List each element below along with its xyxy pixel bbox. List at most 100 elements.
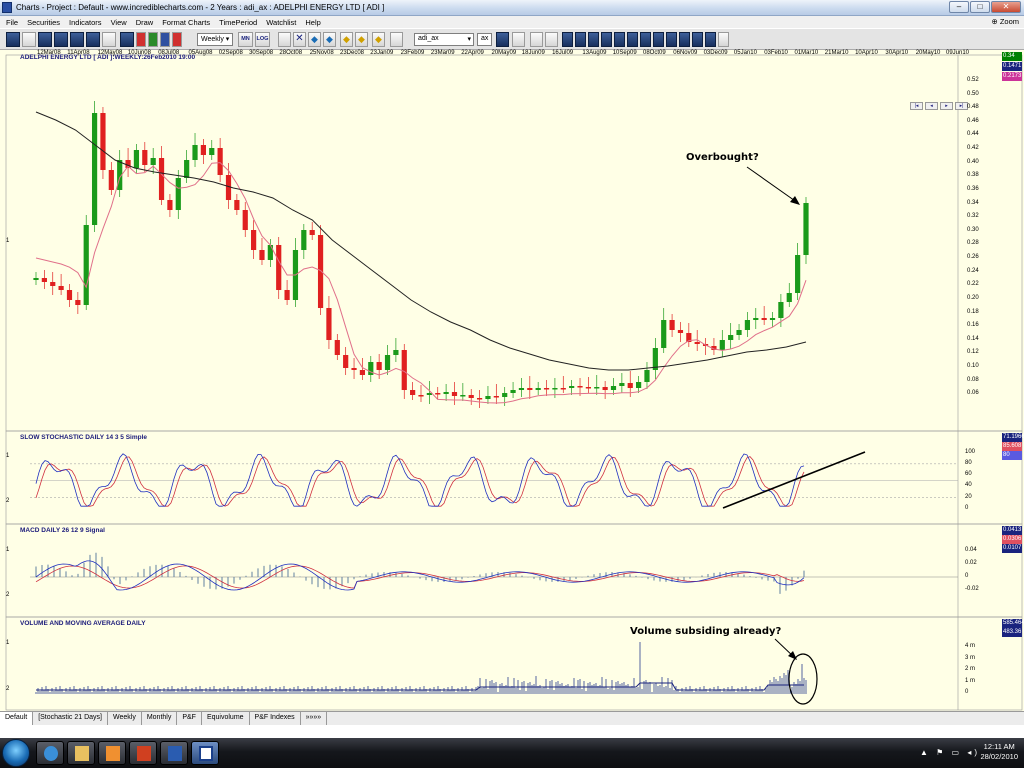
chart-canvas[interactable] xyxy=(0,50,1024,711)
media-task-icon[interactable] xyxy=(98,741,126,765)
mn-button[interactable]: MN xyxy=(238,32,253,47)
tool1-icon[interactable] xyxy=(562,32,573,47)
candle-body xyxy=(661,320,667,348)
menu-format-charts[interactable]: Format Charts xyxy=(162,18,210,27)
powerpoint-task-icon[interactable] xyxy=(129,741,157,765)
diamond-icon[interactable]: ◆ xyxy=(308,32,321,47)
tool12-icon[interactable] xyxy=(705,32,716,47)
tool10-icon[interactable] xyxy=(679,32,690,47)
menu-securities[interactable]: Securities xyxy=(27,18,60,27)
macd-tick: 0.04 xyxy=(965,547,977,553)
exchange-select[interactable]: ax xyxy=(477,33,492,46)
charts-task-icon[interactable] xyxy=(191,741,219,765)
tool6-icon[interactable] xyxy=(627,32,638,47)
bar-chart-icon[interactable] xyxy=(120,32,134,47)
menu-draw[interactable]: Draw xyxy=(136,18,154,27)
maximize-button[interactable]: □ xyxy=(970,1,990,13)
scroll-start-button[interactable]: |◂ xyxy=(910,102,923,110)
period-select[interactable]: Weekly ▾ xyxy=(197,33,233,46)
tab-stochastic-21[interactable]: [Stochastic 21 Days] xyxy=(33,712,108,725)
compare-icon[interactable] xyxy=(545,32,558,47)
candle-body xyxy=(133,150,140,168)
tab-pnf-indexes[interactable]: P&F Indexes xyxy=(250,712,301,725)
candle-body xyxy=(58,286,64,290)
go-icon[interactable] xyxy=(496,32,509,47)
minimize-button[interactable]: – xyxy=(949,1,969,13)
macd-value1-box: 0.0413 xyxy=(1002,526,1022,535)
candle-body xyxy=(192,145,198,160)
line-chart-icon[interactable] xyxy=(160,32,170,47)
menu-indicators[interactable]: Indicators xyxy=(69,18,102,27)
tool4-icon[interactable] xyxy=(601,32,612,47)
zoom-link[interactable]: ⊕ Zoom xyxy=(991,17,1019,26)
candle-body xyxy=(284,290,290,300)
save-icon[interactable] xyxy=(38,32,52,47)
panel-icon[interactable] xyxy=(102,32,116,47)
tab-pnf[interactable]: P&F xyxy=(177,712,202,725)
menu-file[interactable]: File xyxy=(6,18,18,27)
tool13-icon[interactable] xyxy=(718,32,729,47)
tool5-icon[interactable] xyxy=(614,32,625,47)
tab-monthly[interactable]: Monthly xyxy=(142,712,178,725)
mail-icon[interactable] xyxy=(390,32,403,47)
tool8-icon[interactable] xyxy=(653,32,664,47)
title-bar: Charts - Project : Default - www.incredi… xyxy=(0,0,1024,16)
diamond-yellow-icon[interactable]: ◆ xyxy=(340,32,353,47)
diamond2-icon[interactable]: ◆ xyxy=(323,32,336,47)
grid-icon[interactable] xyxy=(86,32,100,47)
tab-weekly[interactable]: Weekly xyxy=(108,712,142,725)
scroll-right-button[interactable]: ▸ xyxy=(940,102,953,110)
date-tick: 30Apr10 xyxy=(885,50,909,56)
tool3-icon[interactable] xyxy=(588,32,599,47)
close-button[interactable]: ✕ xyxy=(991,1,1021,13)
candle-red-icon[interactable] xyxy=(136,32,146,47)
log-button[interactable]: LOG xyxy=(255,32,270,47)
layout-icon[interactable] xyxy=(70,32,84,47)
candle-body xyxy=(535,388,541,390)
candle-body xyxy=(736,330,742,335)
clock[interactable]: 12:11 AM 28/02/2010 xyxy=(980,742,1018,762)
tab-default[interactable]: Default xyxy=(0,712,34,725)
tab-more[interactable]: »»»» xyxy=(301,712,328,725)
diamond-yellow2-icon[interactable]: ◆ xyxy=(355,32,368,47)
tool7-icon[interactable] xyxy=(640,32,651,47)
candle-body xyxy=(326,308,332,340)
tool9-icon[interactable] xyxy=(666,32,677,47)
down-arrow-icon[interactable] xyxy=(512,32,525,47)
volume-marker-top: 1 xyxy=(6,640,10,646)
menu-view[interactable]: View xyxy=(111,18,127,27)
date-tick: 03Dec09 xyxy=(703,50,728,56)
word-task-icon[interactable] xyxy=(160,741,188,765)
system-tray[interactable]: ▲ ⚑ ▭ ◂) xyxy=(920,748,980,757)
clock-date: 28/02/2010 xyxy=(980,752,1018,761)
security-value: adi_ax xyxy=(418,35,439,42)
scroll-left-button[interactable]: ◂ xyxy=(925,102,938,110)
explorer-task-icon[interactable] xyxy=(67,741,95,765)
menu-watchlist[interactable]: Watchlist xyxy=(266,18,296,27)
candle-body xyxy=(267,245,273,260)
tab-equivolume[interactable]: Equivolume xyxy=(202,712,250,725)
arrow-icon[interactable]: ◆ xyxy=(372,32,385,47)
print-icon[interactable] xyxy=(22,32,36,47)
start-button[interactable] xyxy=(2,739,30,767)
chart-icon[interactable] xyxy=(6,32,20,47)
security-select[interactable]: adi_ax ▾ xyxy=(414,33,474,46)
refresh-icon[interactable] xyxy=(54,32,68,47)
page-icon[interactable] xyxy=(278,32,291,47)
candle-body xyxy=(795,255,801,293)
ie-task-icon[interactable] xyxy=(36,741,64,765)
tool11-icon[interactable] xyxy=(692,32,703,47)
close-chart-icon[interactable] xyxy=(172,32,182,47)
menu-timeperiod[interactable]: TimePeriod xyxy=(219,18,257,27)
binoculars-icon[interactable] xyxy=(530,32,543,47)
chart-tabs: Default [Stochastic 21 Days] Weekly Mont… xyxy=(0,711,1024,725)
candle-body xyxy=(510,390,516,393)
menu-help[interactable]: Help xyxy=(305,18,320,27)
candle-body xyxy=(91,113,98,225)
stoch-marker-top: 1 xyxy=(6,453,10,459)
candle-green-icon[interactable] xyxy=(148,32,158,47)
delete-x-icon[interactable]: ✕ xyxy=(293,32,306,47)
chart-area[interactable]: ADELPHI ENERGY LTD [ ADI ]:WEEKLY:26Feb2… xyxy=(0,50,1024,711)
tool2-icon[interactable] xyxy=(575,32,586,47)
macd-tick: -0.02 xyxy=(965,586,979,592)
